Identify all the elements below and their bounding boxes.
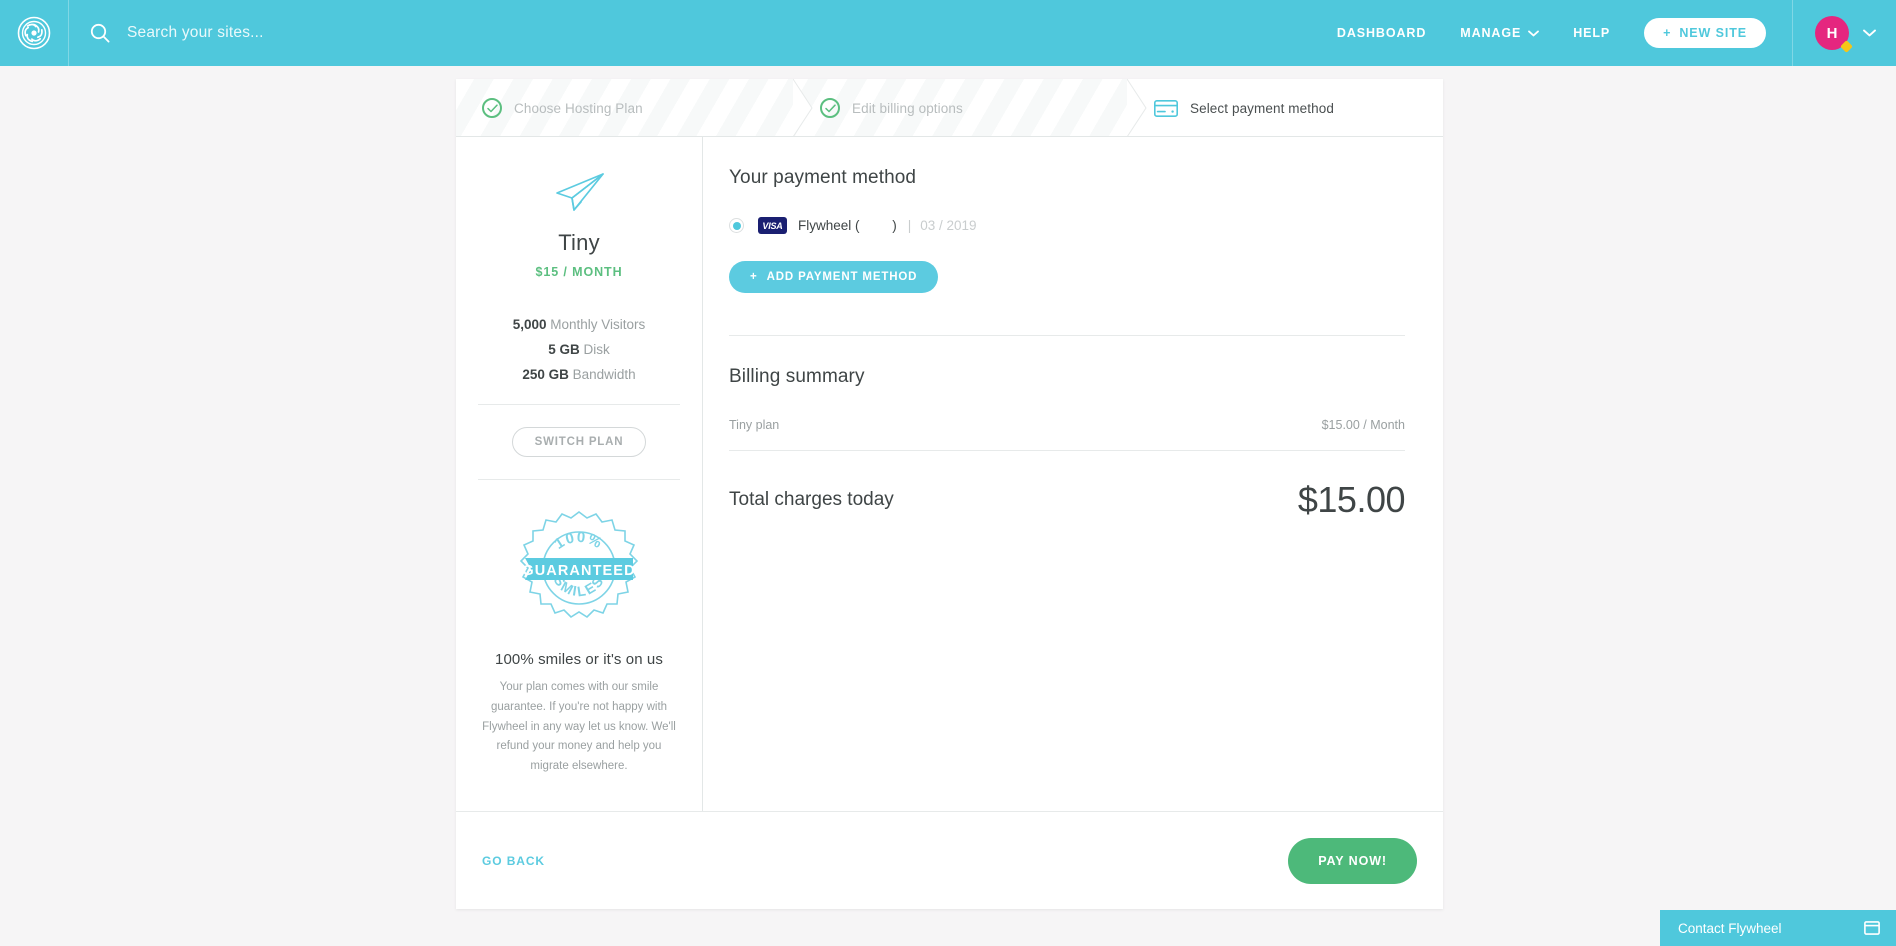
add-payment-method-button[interactable]: + ADD PAYMENT METHOD [729,261,939,293]
step-select-payment-method[interactable]: Select payment method [1128,79,1443,136]
billing-total-value: $15.00 [1297,479,1406,520]
credit-card-icon [1154,99,1178,117]
plan-specs-list: 5,000 Monthly Visitors 5 GB Disk 250 GB … [474,317,684,382]
nav-link-manage-label: MANAGE [1460,26,1522,40]
plan-spec-item: 250 GB Bandwidth [474,367,684,382]
billing-total-label: Total charges today [729,489,894,510]
avatar-initial: H [1826,24,1838,42]
guarantee-badge: 100% SMILES GUARANTEED [474,506,684,639]
go-back-button[interactable]: GO BACK [482,854,545,868]
plan-spec-item: 5,000 Monthly Visitors [474,317,684,332]
checkout-card: Choose Hosting Plan Edit billing options [456,79,1443,909]
badge-banner-text: GUARANTEED [522,563,635,579]
billing-line-item: Tiny plan $15.00 / Month [729,418,1405,451]
plan-name: Tiny [558,230,600,255]
plan-spec-value: 250 GB [522,367,569,382]
step-choose-hosting-plan[interactable]: Choose Hosting Plan [456,79,813,136]
card-footer: GO BACK PAY NOW! [456,811,1443,909]
add-payment-method-label: ADD PAYMENT METHOD [766,271,918,283]
step-label: Edit billing options [852,100,963,116]
avatar[interactable]: H [1815,16,1853,53]
sidebar-divider [478,404,680,405]
search-area [69,0,1303,66]
new-site-button[interactable]: + NEW SITE [1644,18,1766,48]
contact-flywheel-chat-widget[interactable]: Contact Flywheel [1660,910,1896,946]
search-icon [89,22,111,44]
sidebar-divider [478,479,680,480]
badge-top-text: 100% [551,529,604,553]
section-divider [729,335,1405,336]
plan-price: $15 / MONTH [535,265,623,279]
plan-spec-label: Disk [583,342,610,357]
nav-link-help-label: HELP [1573,26,1611,40]
card-body: Tiny $15 / MONTH 5,000 Monthly Visitors … [456,137,1443,811]
paper-plane-icon [474,171,684,218]
payment-method-heading: Your payment method [729,167,917,188]
chat-widget-label: Contact Flywheel [1678,920,1782,936]
pay-now-button[interactable]: PAY NOW! [1288,837,1417,884]
go-back-button-label: GO BACK [482,853,545,868]
nav-link-manage[interactable]: MANAGE [1460,26,1540,40]
checkout-progress-steps: Choose Hosting Plan Edit billing options [456,79,1443,137]
chevron-down-icon[interactable] [1863,24,1876,42]
account-menu[interactable]: H [1793,0,1896,66]
avatar-status-badge [1840,40,1853,53]
payment-method-name: Flywheel ( ) [798,218,897,233]
top-navigation-bar: DASHBOARD MANAGE HELP + NEW SITE H [0,0,1896,66]
visa-logo-icon: VISA [758,217,787,234]
step-edit-billing-options[interactable]: Edit billing options [794,79,1147,136]
plan-sidebar: Tiny $15 / MONTH 5,000 Monthly Visitors … [456,137,703,811]
payment-method-radio[interactable] [729,218,744,233]
payment-method-separator: | [907,218,912,233]
step-label: Select payment method [1190,100,1334,116]
plan-spec-label: Monthly Visitors [550,317,646,332]
svg-text:100%: 100% [551,529,605,553]
nav-link-help[interactable]: HELP [1573,26,1610,40]
window-icon[interactable] [1864,921,1880,935]
step-label: Choose Hosting Plan [514,100,643,116]
new-site-button-label: NEW SITE [1679,26,1747,40]
switch-plan-button[interactable]: SWITCH PLAN [511,427,647,457]
chevron-down-icon [1528,26,1540,40]
billing-summary-heading: Billing summary [729,366,865,387]
payment-main-panel: Your payment method VISA Flywheel ( ) | … [703,137,1443,811]
nav-right-group: DASHBOARD MANAGE HELP + NEW SITE H [1303,0,1896,66]
payment-method-expiry: 03 / 2019 [920,218,977,233]
check-icon [820,98,840,118]
pay-now-button-label: PAY NOW! [1318,853,1387,868]
guarantee-description: Your plan comes with our smile guarantee… [482,681,676,773]
plan-spec-value: 5,000 [512,317,547,332]
payment-method-row[interactable]: VISA Flywheel ( ) | 03 / 2019 [729,217,1405,234]
plan-spec-label: Bandwidth [572,367,636,382]
plan-spec-item: 5 GB Disk [474,342,684,357]
billing-line-value: $15.00 / Month [1321,418,1405,432]
billing-total-row: Total charges today $15.00 [729,479,1406,521]
nav-link-dashboard[interactable]: DASHBOARD [1337,26,1426,40]
guarantee-title: 100% smiles or it's on us [495,651,663,668]
flywheel-logo[interactable] [0,0,69,66]
plan-spec-value: 5 GB [548,342,580,357]
search-input[interactable] [127,18,647,48]
plus-icon: + [1663,26,1672,40]
billing-line-label: Tiny plan [729,418,780,432]
nav-link-dashboard-label: DASHBOARD [1336,26,1427,40]
switch-plan-button-label: SWITCH PLAN [534,436,624,448]
check-icon [482,98,502,118]
plus-icon: + [750,271,758,283]
